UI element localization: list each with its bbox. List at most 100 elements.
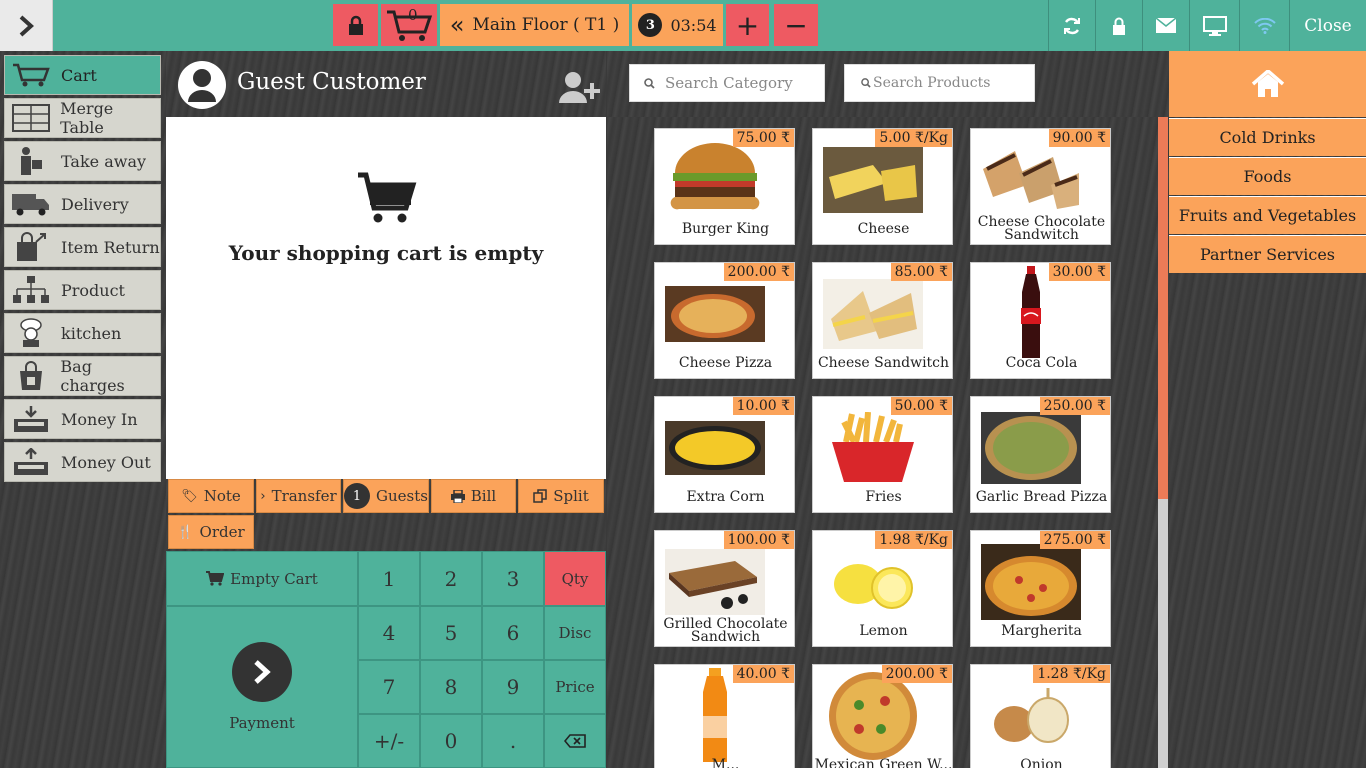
sidebar-item-bag-charges[interactable]: Bag charges xyxy=(4,356,161,396)
key-4[interactable]: 4 xyxy=(358,606,420,660)
product-card[interactable]: 1.28 ₹/Kg Onion xyxy=(970,664,1111,768)
product-scrollbar[interactable] xyxy=(1158,117,1168,768)
product-price: 10.00 ₹ xyxy=(732,397,794,415)
product-card[interactable]: 75.00 ₹ Burger King xyxy=(654,128,795,245)
customer-name: Guest Customer xyxy=(237,69,426,95)
key-2[interactable]: 2 xyxy=(420,551,482,606)
price-mode-button[interactable]: Price xyxy=(544,660,606,714)
product-card[interactable]: 250.00 ₹ Garlic Bread Pizza xyxy=(970,396,1111,513)
split-button[interactable]: Split xyxy=(518,479,604,513)
key-7[interactable]: 7 xyxy=(358,660,420,714)
money-out-icon xyxy=(9,447,53,477)
category-label: Fruits and Vegetables xyxy=(1178,206,1357,225)
home-category-button[interactable] xyxy=(1169,51,1366,117)
key-3[interactable]: 3 xyxy=(482,551,544,606)
key-5[interactable]: 5 xyxy=(420,606,482,660)
product-card[interactable]: 200.00 ₹ Cheese Pizza xyxy=(654,262,795,379)
scroll-thumb[interactable] xyxy=(1158,117,1168,499)
product-card[interactable]: 275.00 ₹ Margherita xyxy=(970,530,1111,647)
cheese-image xyxy=(823,147,923,213)
sidebar-item-item-return[interactable]: Item Return xyxy=(4,227,161,267)
product-card[interactable]: 10.00 ₹ Extra Corn xyxy=(654,396,795,513)
key-label: 6 xyxy=(506,621,520,645)
add-customer-button[interactable] xyxy=(558,71,602,107)
search-icon xyxy=(861,78,871,88)
search-products-input[interactable]: Search Products xyxy=(844,64,1035,102)
product-card[interactable]: 85.00 ₹ Cheese Sandwitch xyxy=(812,262,953,379)
minus-button[interactable]: − xyxy=(774,4,818,46)
plus-button[interactable]: + xyxy=(726,4,769,46)
monitor-icon xyxy=(1202,15,1227,36)
table-guests-badge: 3 xyxy=(638,13,663,37)
lock-icon xyxy=(348,15,363,35)
lemon-image xyxy=(823,549,923,615)
payment-button[interactable]: Payment xyxy=(166,606,358,768)
double-chevron-left-icon: « xyxy=(449,11,465,39)
key-decimal[interactable]: . xyxy=(482,714,544,768)
copy-icon xyxy=(533,489,547,503)
connection-status[interactable] xyxy=(1239,0,1289,51)
sidebar-item-take-away[interactable]: Take away xyxy=(4,141,161,181)
note-button[interactable]: 🏷 Note xyxy=(168,479,254,513)
product-name: Onion xyxy=(1020,756,1063,768)
item-return-icon xyxy=(9,232,53,262)
customer-display-button[interactable] xyxy=(1189,0,1239,51)
onion-image xyxy=(981,683,1081,749)
order-label: Order xyxy=(199,523,245,541)
timer-text: 03:54 xyxy=(670,15,717,35)
transfer-button[interactable]: › Transfer xyxy=(256,479,341,513)
disc-mode-button[interactable]: Disc xyxy=(544,606,606,660)
delivery-truck-icon xyxy=(9,189,53,219)
key-0[interactable]: 0 xyxy=(420,714,482,768)
backspace-button[interactable] xyxy=(544,714,606,768)
sidebar-item-merge-table[interactable]: Merge Table xyxy=(4,98,161,138)
sidebar-toggle-button[interactable] xyxy=(0,0,53,51)
chevron-right-icon: › xyxy=(260,488,266,504)
sidebar-item-product[interactable]: Product xyxy=(4,270,161,310)
category-cold-drinks[interactable]: Cold Drinks xyxy=(1169,118,1366,156)
close-button[interactable]: Close xyxy=(1289,0,1366,51)
product-card[interactable]: 50.00 ₹ Fries xyxy=(812,396,953,513)
product-card[interactable]: 30.00 ₹ Coca Cola xyxy=(970,262,1111,379)
burger-image xyxy=(665,143,765,213)
product-card[interactable]: 90.00 ₹ Cheese Chocolate Sandwitch xyxy=(970,128,1111,245)
product-name: Coca Cola xyxy=(1005,354,1078,371)
product-card[interactable]: 1.98 ₹/Kg Lemon xyxy=(812,530,953,647)
key-label: 8 xyxy=(444,675,458,699)
key-6[interactable]: 6 xyxy=(482,606,544,660)
guests-button[interactable]: 1 Guests xyxy=(343,479,429,513)
floor-selector-button[interactable]: « Main Floor ( T1 ) xyxy=(440,4,629,46)
message-button[interactable] xyxy=(1142,0,1189,51)
cart-button[interactable]: 0 xyxy=(381,4,437,46)
key-9[interactable]: 9 xyxy=(482,660,544,714)
bill-button[interactable]: Bill xyxy=(431,479,516,513)
key-1[interactable]: 1 xyxy=(358,551,420,606)
cheese-chocolate-sandwich-image xyxy=(981,147,1081,213)
key-plus-minus[interactable]: +/- xyxy=(358,714,420,768)
product-price: 30.00 ₹ xyxy=(1048,263,1110,281)
payment-label: Payment xyxy=(229,714,295,732)
key-8[interactable]: 8 xyxy=(420,660,482,714)
customer-avatar[interactable] xyxy=(178,61,226,109)
home-icon xyxy=(1251,70,1284,97)
category-fruits-and-vegetables[interactable]: Fruits and Vegetables xyxy=(1169,196,1366,234)
category-foods[interactable]: Foods xyxy=(1169,157,1366,195)
product-card[interactable]: 100.00 ₹ Grilled Chocolate Sandwich xyxy=(654,530,795,647)
product-card[interactable]: 40.00 ₹ M... xyxy=(654,664,795,768)
qty-mode-button[interactable]: Qty xyxy=(544,551,606,606)
sidebar-item-delivery[interactable]: Delivery xyxy=(4,184,161,224)
screen-lock-button[interactable] xyxy=(1095,0,1142,51)
sidebar-item-money-out[interactable]: Money Out xyxy=(4,442,161,482)
category-partner-services[interactable]: Partner Services xyxy=(1169,235,1366,273)
sidebar-item-kitchen[interactable]: kitchen xyxy=(4,313,161,353)
empty-cart-button[interactable]: Empty Cart xyxy=(166,551,358,606)
order-button[interactable]: 🍴 Order xyxy=(168,515,254,549)
lock-button[interactable] xyxy=(333,4,378,46)
printer-icon xyxy=(450,489,465,503)
product-card[interactable]: 200.00 ₹ Mexican Green W... xyxy=(812,664,953,768)
refresh-button[interactable] xyxy=(1048,0,1095,51)
search-category-input[interactable]: Search Category xyxy=(629,64,825,102)
sidebar-item-cart[interactable]: Cart xyxy=(4,55,161,95)
product-card[interactable]: 5.00 ₹/Kg Cheese xyxy=(812,128,953,245)
sidebar-item-money-in[interactable]: Money In xyxy=(4,399,161,439)
